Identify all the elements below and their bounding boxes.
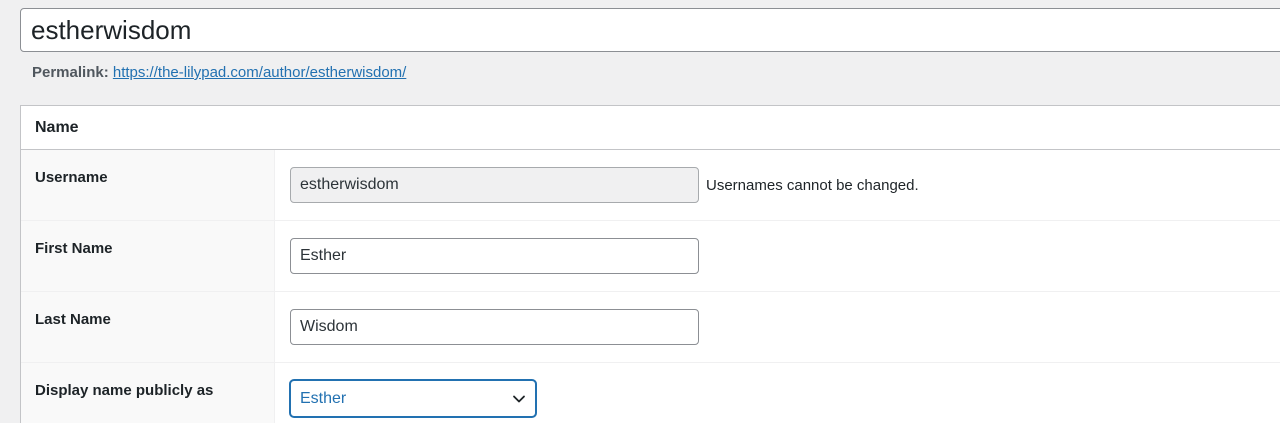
username-row: Username Usernames cannot be changed. bbox=[21, 150, 1280, 221]
first-name-label: First Name bbox=[21, 221, 275, 291]
username-label: Username bbox=[21, 150, 275, 220]
name-section: Name Username Usernames cannot be change… bbox=[20, 105, 1280, 423]
last-name-field[interactable] bbox=[290, 309, 699, 345]
chevron-down-icon bbox=[513, 395, 525, 403]
username-field bbox=[290, 167, 699, 203]
first-name-field[interactable] bbox=[290, 238, 699, 274]
permalink-label: Permalink: bbox=[32, 64, 109, 81]
section-heading: Name bbox=[21, 106, 1280, 150]
last-name-row: Last Name bbox=[21, 292, 1280, 363]
permalink-link[interactable]: https://the-lilypad.com/author/estherwis… bbox=[113, 64, 406, 81]
display-name-row: Display name publicly as Esther bbox=[21, 363, 1280, 423]
first-name-row: First Name bbox=[21, 221, 1280, 292]
display-name-selected: Esther bbox=[300, 390, 347, 407]
display-name-select[interactable]: Esther bbox=[290, 380, 536, 417]
last-name-label: Last Name bbox=[21, 292, 275, 362]
title-input[interactable] bbox=[20, 8, 1280, 52]
username-hint: Usernames cannot be changed. bbox=[706, 176, 919, 194]
display-name-label: Display name publicly as bbox=[21, 363, 275, 423]
permalink: Permalink: https://the-lilypad.com/autho… bbox=[32, 64, 406, 81]
